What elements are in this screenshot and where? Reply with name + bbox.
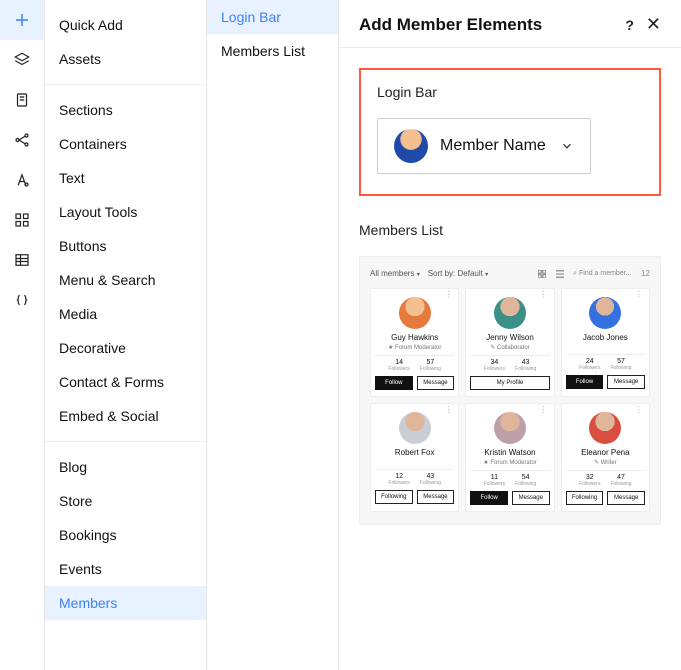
rail-layers-icon[interactable] [0, 40, 44, 80]
member-stats: 14Followers57Following [375, 355, 454, 372]
category-layout-tools[interactable]: Layout Tools [45, 195, 206, 229]
chevron-down-icon: ▾ [417, 272, 420, 278]
category-column: Quick AddAssets SectionsContainersTextLa… [45, 0, 207, 670]
member-role: ★ Forum Moderator [483, 459, 536, 466]
category-embed-social[interactable]: Embed & Social [45, 399, 206, 433]
member-name: Guy Hawkins [391, 333, 438, 342]
following-button[interactable]: Following [375, 490, 413, 504]
preview-toolbar: All members ▾ Sort by: Default ▾ ⌕ Find … [370, 267, 650, 280]
member-stats: 12Followers43Following [375, 469, 454, 486]
avatar-icon [394, 129, 428, 163]
member-name: Robert Fox [395, 448, 435, 457]
avatar-icon [589, 412, 621, 444]
subcategory-column: Login BarMembers List [207, 0, 339, 670]
card-menu-icon[interactable]: ⋮ [540, 293, 548, 297]
follow-button[interactable]: Follow [566, 375, 604, 389]
member-card[interactable]: ⋮ Guy Hawkins ★ Forum Moderator 14Followers… [370, 288, 459, 397]
member-role: ★ Forum Moderator [388, 344, 441, 351]
member-card[interactable]: ⋮ Eleanor Pena ✎ Writer 32Followers47Follow… [561, 403, 650, 512]
members-list-label: Members List [359, 222, 661, 238]
message-button[interactable]: Message [417, 490, 455, 504]
main-panel: Add Member Elements ? ✕ Login Bar Member… [339, 0, 681, 670]
close-icon[interactable]: ✕ [646, 14, 661, 35]
member-role: ✎ Collaborator [490, 344, 529, 351]
member-count: 12 [641, 269, 650, 278]
following-button[interactable]: Following [566, 491, 604, 505]
filter-all-members[interactable]: All members ▾ [370, 267, 420, 280]
follow-button[interactable]: Follow [375, 376, 413, 390]
member-card[interactable]: ⋮ Kristin Watson ★ Forum Moderator 11Follow… [465, 403, 554, 512]
rail-table-icon[interactable] [0, 240, 44, 280]
category-text[interactable]: Text [45, 161, 206, 195]
chevron-down-icon [560, 139, 574, 153]
member-name: Jenny Wilson [486, 333, 534, 342]
message-button[interactable]: Message [607, 375, 645, 389]
category-members[interactable]: Members [45, 586, 206, 620]
rail-add-icon[interactable] [0, 0, 44, 40]
sort-control[interactable]: Sort by: Default ▾ [428, 269, 488, 278]
avatar-icon [589, 297, 621, 329]
message-button[interactable]: Message [512, 491, 550, 505]
member-stats: 11Followers54Following [470, 470, 549, 487]
member-card[interactable]: ⋮ Jenny Wilson ✎ Collaborator 34Followers43… [465, 288, 554, 397]
member-role: ✎ Writer [594, 459, 617, 466]
login-bar-preview-card: Login Bar Member Name [359, 68, 661, 196]
card-menu-icon[interactable]: ⋮ [444, 408, 452, 412]
subitem-login-bar[interactable]: Login Bar [207, 0, 338, 34]
subitem-members-list[interactable]: Members List [207, 34, 338, 68]
category-containers[interactable]: Containers [45, 127, 206, 161]
avatar-icon [399, 412, 431, 444]
search-input[interactable]: ⌕ Find a member... [573, 270, 633, 278]
rail-theme-icon[interactable] [0, 160, 44, 200]
category-contact-forms[interactable]: Contact & Forms [45, 365, 206, 399]
member-stats: 34Followers43Following [470, 355, 549, 372]
member-name: Eleanor Pena [581, 448, 629, 457]
list-view-icon[interactable] [555, 269, 565, 279]
category-decorative[interactable]: Decorative [45, 331, 206, 365]
help-icon[interactable]: ? [625, 17, 634, 33]
member-card[interactable]: ⋮ Jacob Jones 24Followers57Following Follo… [561, 288, 650, 397]
grid-view-icon[interactable] [537, 269, 547, 279]
icon-rail [0, 0, 45, 670]
rail-apps-icon[interactable] [0, 200, 44, 240]
avatar-icon [494, 412, 526, 444]
member-name-text: Member Name [440, 137, 546, 155]
login-bar-label: Login Bar [377, 84, 643, 100]
panel-header: Add Member Elements ? ✕ [339, 0, 681, 48]
card-menu-icon[interactable]: ⋮ [540, 408, 548, 412]
panel-title: Add Member Elements [359, 15, 542, 35]
follow-button[interactable]: Follow [470, 491, 508, 505]
message-button[interactable]: Message [607, 491, 645, 505]
members-list-preview[interactable]: All members ▾ Sort by: Default ▾ ⌕ Find … [359, 256, 661, 525]
category-assets[interactable]: Assets [45, 42, 206, 76]
category-blog[interactable]: Blog [45, 450, 206, 484]
category-bookings[interactable]: Bookings [45, 518, 206, 552]
rail-code-icon[interactable] [0, 280, 44, 320]
avatar-icon [494, 297, 526, 329]
card-menu-icon[interactable]: ⋮ [635, 293, 643, 297]
member-stats: 32Followers47Following [566, 470, 645, 487]
rail-connections-icon[interactable] [0, 120, 44, 160]
category-store[interactable]: Store [45, 484, 206, 518]
category-media[interactable]: Media [45, 297, 206, 331]
category-buttons[interactable]: Buttons [45, 229, 206, 263]
member-stats: 24Followers57Following [566, 354, 645, 371]
card-menu-icon[interactable]: ⋮ [444, 293, 452, 297]
member-name: Kristin Watson [484, 448, 535, 457]
category-events[interactable]: Events [45, 552, 206, 586]
rail-page-icon[interactable] [0, 80, 44, 120]
card-menu-icon[interactable]: ⋮ [635, 408, 643, 412]
my-profile-button[interactable]: My Profile [470, 376, 549, 390]
chevron-down-icon: ▾ [485, 272, 488, 278]
avatar-icon [399, 297, 431, 329]
message-button[interactable]: Message [417, 376, 455, 390]
category-quick-add[interactable]: Quick Add [45, 8, 206, 42]
category-sections[interactable]: Sections [45, 93, 206, 127]
member-card[interactable]: ⋮ Robert Fox 12Followers43Following Follow… [370, 403, 459, 512]
login-bar-element[interactable]: Member Name [377, 118, 591, 174]
category-menu-search[interactable]: Menu & Search [45, 263, 206, 297]
member-name: Jacob Jones [583, 333, 628, 342]
